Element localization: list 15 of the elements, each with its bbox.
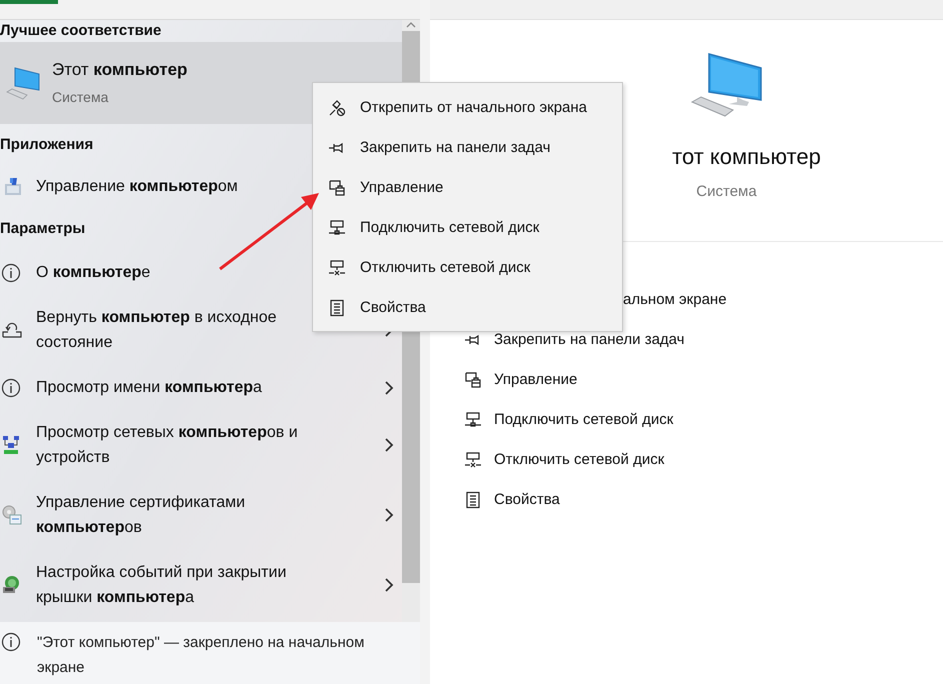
section-heading: Приложения [0, 134, 94, 155]
item-subtitle: Система [52, 88, 110, 106]
section-heading: Параметры [0, 218, 86, 239]
item-title: Просмотр имени компьютера [36, 378, 262, 398]
app-type: Система [696, 182, 757, 202]
item-title: Управление сертификатами компьютеров [36, 493, 246, 538]
pinned-notice: "Этот компьютер" — закреплено на начальном экране [37, 633, 366, 678]
item-title: Этот компьютер [52, 58, 188, 80]
item-title: Настройка событий при закрытии крышки компьютера [36, 563, 288, 608]
section-heading: Лучшее соответствие [0, 20, 162, 41]
item-title: Управление компьютером [36, 177, 238, 197]
item-title: О компьютере [36, 263, 150, 283]
item-title: Просмотр сетевых компьютеров и устройств [36, 423, 299, 468]
item-title: Вернуть компьютер в исходное состояние [36, 308, 278, 353]
app-title: тот компьютер [671, 143, 821, 171]
